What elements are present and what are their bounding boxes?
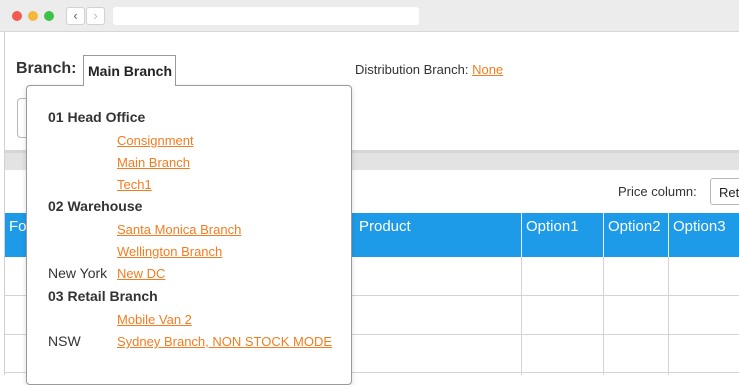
branch-option-consignment[interactable]: Consignment: [117, 133, 194, 148]
branch-option-main-branch[interactable]: Main Branch: [117, 155, 190, 170]
back-button[interactable]: ‹: [66, 7, 85, 25]
column-header-option2[interactable]: Option2: [604, 213, 669, 257]
close-window-icon[interactable]: [12, 11, 22, 21]
branch-label: Branch:: [16, 60, 77, 77]
forward-button[interactable]: ›: [86, 7, 105, 25]
sublabel-new-york: New York: [48, 265, 108, 281]
branch-selector[interactable]: Main Branch: [83, 55, 176, 86]
table-column-divider: [668, 257, 669, 375]
group-retail-branch: 03 Retail Branch: [48, 288, 158, 304]
price-column-label: Price column:: [618, 184, 697, 199]
branch-option-new-dc[interactable]: New DC: [117, 266, 165, 281]
branch-option-tech1[interactable]: Tech1: [117, 177, 152, 192]
branch-option-wellington[interactable]: Wellington Branch: [117, 244, 222, 259]
group-head-office: 01 Head Office: [48, 109, 146, 125]
minimize-window-icon[interactable]: [28, 11, 38, 21]
distribution-branch: Distribution Branch: None: [355, 62, 503, 77]
distribution-branch-label: Distribution Branch:: [355, 62, 469, 77]
browser-toolbar: ‹ ›: [0, 0, 739, 32]
branch-option-sydney[interactable]: Sydney Branch, NON STOCK MODE: [117, 334, 332, 349]
address-bar[interactable]: [113, 7, 419, 25]
column-header-option1[interactable]: Option1: [522, 213, 604, 257]
distribution-branch-link[interactable]: None: [472, 62, 503, 77]
maximize-window-icon[interactable]: [44, 11, 54, 21]
branch-dropdown: 01 Head Office Consignment Main Branch T…: [26, 85, 352, 385]
table-column-divider: [521, 257, 522, 375]
group-warehouse: 02 Warehouse: [48, 198, 143, 214]
column-header-option3[interactable]: Option3: [669, 213, 739, 257]
column-header-product[interactable]: Product: [355, 213, 522, 257]
sublabel-nsw: NSW: [48, 333, 81, 349]
branch-option-mobile-van-2[interactable]: Mobile Van 2: [117, 312, 192, 327]
price-column-select[interactable]: Ret: [710, 178, 739, 205]
table-column-divider: [603, 257, 604, 375]
branch-option-santa-monica[interactable]: Santa Monica Branch: [117, 222, 241, 237]
